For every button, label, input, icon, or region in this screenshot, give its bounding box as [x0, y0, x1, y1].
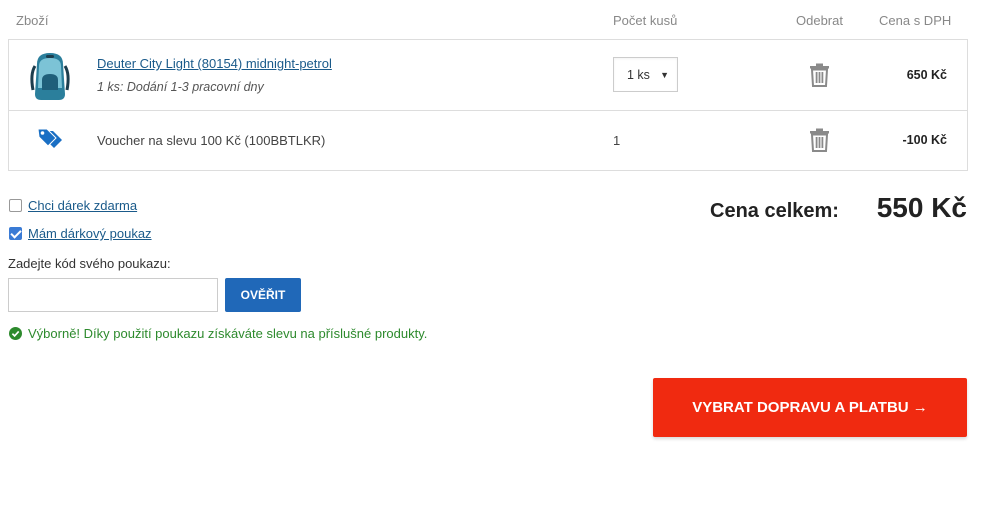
quantity-select[interactable]: 1 ks ▼	[613, 57, 678, 92]
item-price: 650 Kč	[906, 68, 947, 82]
verify-button[interactable]: OVĚŘIT	[225, 278, 301, 312]
total-value: 550 Kč	[876, 192, 967, 223]
choose-shipping-payment-button[interactable]: VYBRAT DOPRAVU A PLATBU →	[653, 378, 967, 437]
success-text: Výborně! Díky použití poukazu získáváte …	[28, 326, 428, 341]
total-label: Cena celkem:	[710, 200, 839, 222]
voucher-success-message: Výborně! Díky použití poukazu získáváte …	[9, 326, 427, 341]
gift-voucher-option[interactable]: Mám dárkový poukaz	[9, 226, 152, 241]
voucher-name: Voucher na slevu 100 Kč (100BBTLKR)	[97, 133, 326, 148]
backpack-thumbnail[interactable]	[27, 50, 73, 102]
free-gift-option[interactable]: Chci dárek zdarma	[9, 198, 137, 213]
chevron-down-icon: ▼	[660, 70, 669, 80]
free-gift-checkbox[interactable]	[9, 199, 22, 212]
tag-icon	[37, 128, 62, 148]
trash-icon[interactable]	[809, 63, 830, 87]
product-name-link[interactable]: Deuter City Light (80154) midnight-petro…	[97, 56, 332, 71]
gift-voucher-checkbox[interactable]	[9, 227, 22, 240]
trash-icon[interactable]	[809, 128, 830, 152]
cart-row-product: Deuter City Light (80154) midnight-petro…	[9, 40, 967, 111]
check-circle-icon	[9, 327, 22, 340]
voucher-code-input[interactable]	[8, 278, 218, 312]
column-header-remove: Odebrat	[796, 13, 843, 28]
column-header-quantity: Počet kusů	[613, 13, 678, 28]
voucher-quantity: 1	[613, 133, 621, 148]
cart-row-voucher: Voucher na slevu 100 Kč (100BBTLKR) 1 -1…	[9, 111, 967, 170]
cart-table: Deuter City Light (80154) midnight-petro…	[8, 39, 968, 171]
quantity-select-value: 1 ks	[627, 67, 650, 82]
voucher-code-label: Zadejte kód svého poukazu:	[8, 256, 171, 271]
product-delivery-info: 1 ks: Dodání 1-3 pracovní dny	[97, 80, 264, 94]
gift-voucher-label[interactable]: Mám dárkový poukaz	[28, 226, 152, 241]
voucher-price: -100 Kč	[902, 133, 947, 147]
free-gift-label[interactable]: Chci dárek zdarma	[28, 198, 137, 213]
column-header-product: Zboží	[16, 13, 49, 28]
column-header-price: Cena s DPH	[879, 13, 952, 28]
